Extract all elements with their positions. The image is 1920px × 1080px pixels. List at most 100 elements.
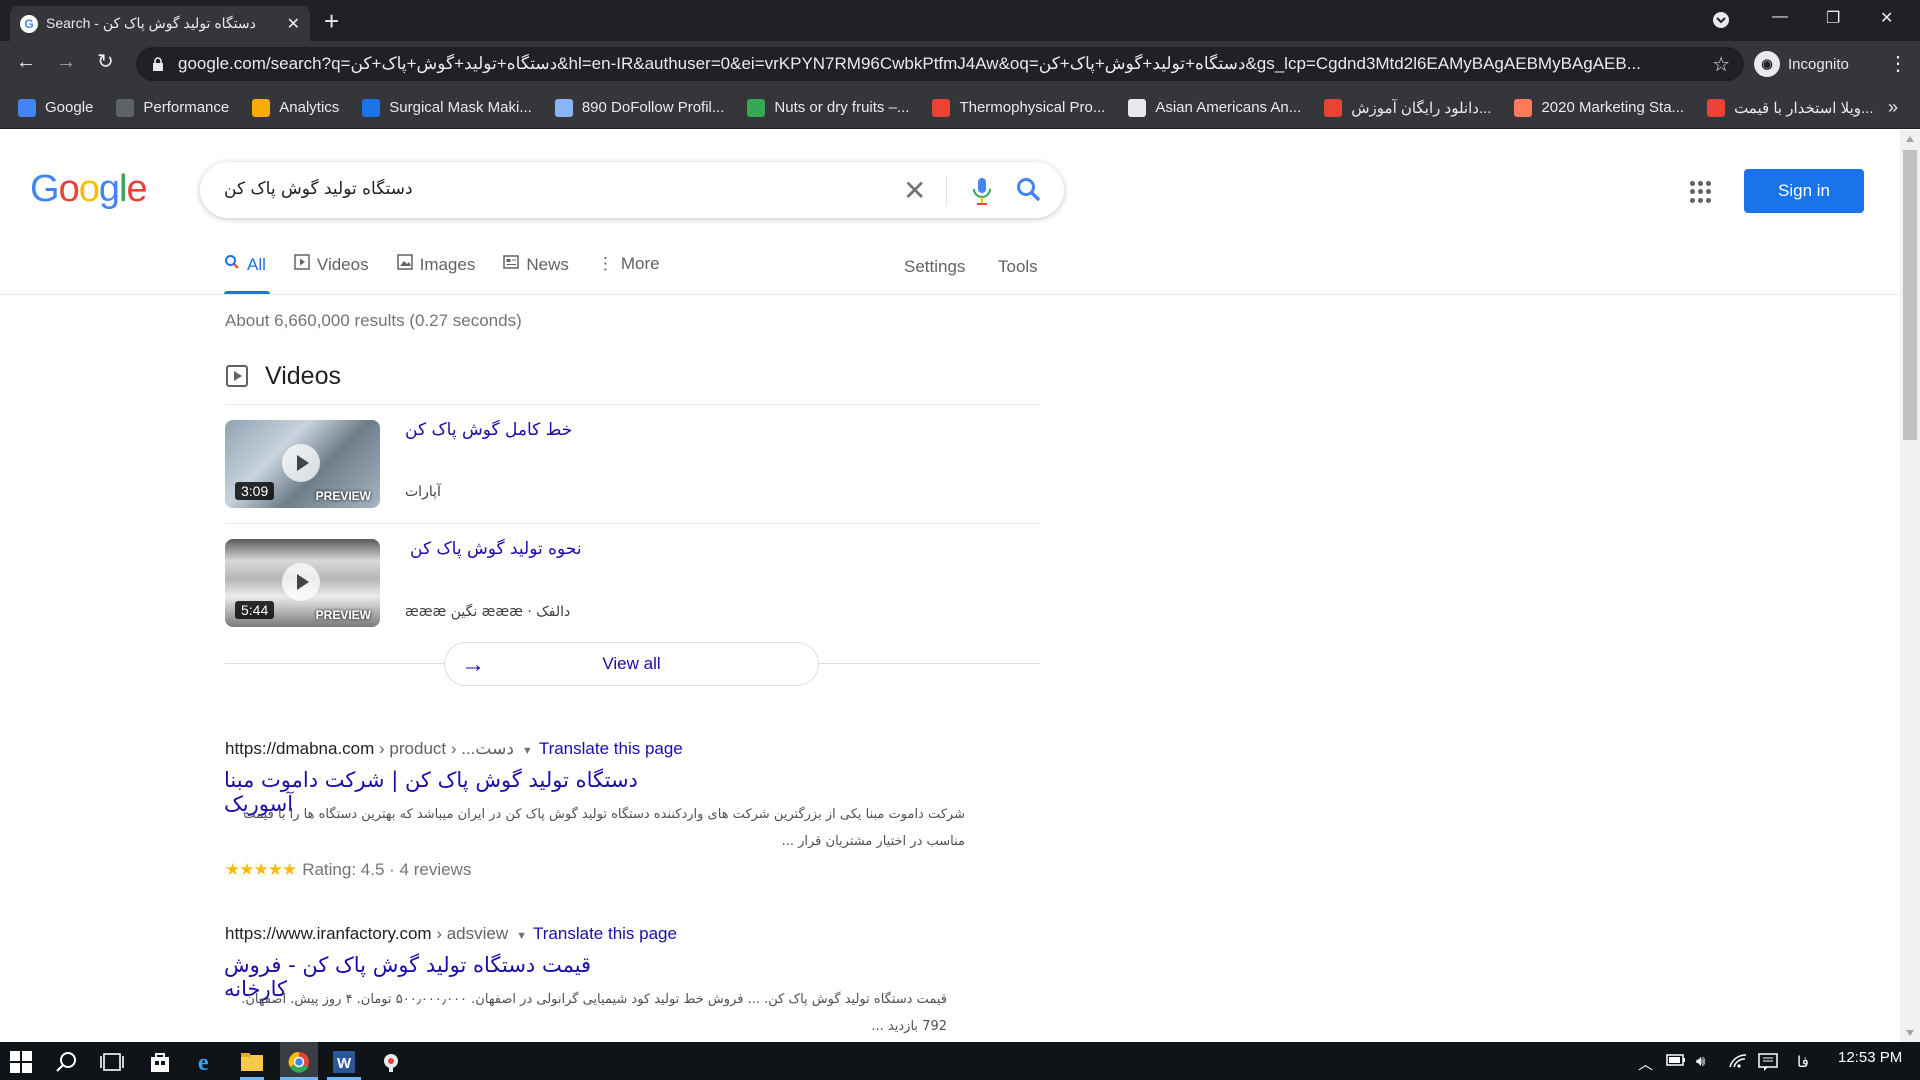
search-icon[interactable] (1015, 176, 1043, 204)
bookmark-item[interactable]: Asian Americans An... (1128, 98, 1302, 117)
browser-tab[interactable]: G Search - دستگاه تولید گوش پاک کن ✕ (10, 6, 310, 41)
wifi-icon[interactable] (1728, 1053, 1748, 1073)
caret-down-icon[interactable]: ▼ (522, 745, 533, 757)
task-view-icon[interactable] (100, 1051, 124, 1073)
notification-icon[interactable] (1758, 1053, 1778, 1075)
google-logo[interactable]: Google (30, 168, 148, 211)
video-source: دالفک · æææ نگین æææ (405, 604, 571, 620)
bookmark-label: 890 DoFollow Profil... (581, 99, 725, 116)
bookmark-favicon-icon (1128, 98, 1147, 117)
bookmark-label: ویلا استخدار با قیمت... (1734, 99, 1874, 117)
restore-icon[interactable]: ❐ (1826, 8, 1840, 28)
logo-letter: e (126, 168, 147, 210)
tab-videos[interactable]: Videos (294, 254, 369, 275)
show-hidden-icons[interactable]: ︿ (1638, 1053, 1653, 1074)
bookmark-item[interactable]: Performance (116, 98, 229, 117)
back-icon[interactable]: ← (16, 51, 36, 73)
bookmarks-bar: Google Performance Analytics Surgical Mask … (0, 87, 1920, 129)
bookmark-favicon-icon (554, 98, 573, 117)
caret-down-icon[interactable]: ▼ (516, 930, 527, 942)
scroll-down-icon[interactable] (1906, 1030, 1914, 1036)
preview-label: PREVIEW (315, 608, 371, 622)
bookmark-item[interactable]: ویلا استخدار با قیمت... (1707, 98, 1874, 117)
tab-label: Images (419, 254, 476, 274)
star-rating-icon: ★★★★★ (225, 860, 297, 879)
bookmark-favicon-icon (932, 98, 951, 117)
battery-icon[interactable] (1666, 1053, 1686, 1071)
bookmark-item[interactable]: 2020 Marketing Sta... (1514, 98, 1684, 117)
reload-icon[interactable]: ↻ (97, 51, 114, 73)
result-domain[interactable]: https://www.iranfactory.com (225, 924, 432, 943)
url-text: google.com/search?q=دستگاه+تولید+گوش+پاک… (178, 54, 1641, 73)
store-icon[interactable] (149, 1051, 171, 1073)
language-indicator[interactable]: فا (1797, 1053, 1809, 1071)
new-tab-button[interactable]: + (324, 8, 339, 34)
chrome-icon[interactable] (288, 1051, 310, 1073)
tools-link[interactable]: Tools (998, 257, 1038, 277)
bookmark-item[interactable]: Thermophysical Pro... (932, 98, 1105, 117)
bookmark-item[interactable]: Nuts or dry fruits –... (747, 98, 909, 117)
incognito-indicator[interactable]: ◉ Incognito (1754, 48, 1849, 80)
clock[interactable]: 12:53 PM (1838, 1049, 1902, 1066)
search-taskbar-icon[interactable] (56, 1051, 78, 1073)
bookmark-item[interactable]: دانلود رایگان آموزش... (1324, 98, 1491, 117)
microphone-icon[interactable] (970, 176, 994, 206)
clear-search-icon[interactable]: ✕ (903, 174, 926, 207)
file-explorer-icon[interactable] (240, 1051, 263, 1073)
bookmark-item[interactable]: Surgical Mask Maki... (362, 98, 532, 117)
bookmark-label: Asian Americans An... (1155, 99, 1302, 116)
bookmark-favicon-icon (116, 98, 135, 117)
translate-link[interactable]: Translate this page (539, 739, 683, 758)
tab-images[interactable]: Images (396, 254, 476, 275)
chrome-menu-icon[interactable]: ⋮ (1888, 51, 1908, 76)
minimize-icon[interactable]: — (1772, 8, 1788, 26)
word-icon[interactable]: W (333, 1051, 355, 1073)
rating-text: Rating: 4.5 · 4 reviews (302, 860, 472, 879)
video-icon (294, 254, 310, 275)
scroll-up-icon[interactable] (1906, 136, 1914, 142)
video-title[interactable]: خط کامل گوش پاک کن (405, 420, 572, 440)
bookmark-item[interactable]: Analytics (252, 98, 339, 117)
tab-more[interactable]: ⋮ More (597, 254, 660, 274)
bookmark-star-icon[interactable]: ☆ (1712, 52, 1730, 77)
incognito-icon: ◉ (1754, 51, 1780, 77)
news-icon (503, 254, 520, 275)
search-input[interactable]: دستگاه تولید گوش پاک کن (224, 179, 413, 199)
settings-link[interactable]: Settings (904, 257, 965, 277)
video-source: آپارات (405, 484, 441, 500)
page-scrollbar[interactable] (1900, 130, 1920, 1042)
tab-label: News (526, 254, 569, 274)
video-divider (225, 523, 1040, 524)
svg-text:W: W (337, 1055, 352, 1072)
bookmark-item[interactable]: Google (18, 98, 93, 117)
volume-icon[interactable]: 🔊︎ (1696, 1053, 1705, 1070)
view-all-button[interactable]: → View all (444, 642, 819, 686)
logo-letter: G (30, 168, 60, 210)
address-bar[interactable]: google.com/search?q=دستگاه+تولید+گوش+پاک… (136, 47, 1744, 81)
translate-link[interactable]: Translate this page (533, 924, 677, 943)
tab-all[interactable]: All (224, 254, 266, 275)
video-thumbnail[interactable]: 5:44 PREVIEW (225, 539, 380, 627)
bookmark-favicon-icon (1324, 98, 1343, 117)
video-title[interactable]: نحوه تولید گوش پاک کن (410, 539, 582, 559)
result-domain[interactable]: https://dmabna.com (225, 739, 374, 758)
forward-icon[interactable]: → (56, 51, 76, 73)
tab-news[interactable]: News (503, 254, 569, 275)
app-icon[interactable] (380, 1051, 402, 1073)
play-icon (282, 563, 320, 601)
internet-explorer-icon[interactable]: e (196, 1050, 218, 1076)
sign-in-button[interactable]: Sign in (1744, 169, 1864, 213)
bookmarks-overflow-icon[interactable]: » (1888, 97, 1898, 118)
tab-strip: G Search - دستگاه تولید گوش پاک کن ✕ + —… (0, 0, 1920, 41)
windows-start-icon[interactable] (10, 1051, 32, 1073)
bookmark-label: Surgical Mask Maki... (389, 99, 532, 116)
video-thumbnail[interactable]: 3:09 PREVIEW (225, 420, 380, 508)
tab-search-icon[interactable] (1712, 11, 1730, 34)
bookmark-favicon-icon (747, 98, 766, 117)
scrollbar-thumb[interactable] (1903, 150, 1917, 440)
google-apps-icon[interactable] (1690, 181, 1712, 203)
search-box[interactable]: دستگاه تولید گوش پاک کن ✕ (200, 162, 1064, 218)
close-tab-icon[interactable]: ✕ (287, 14, 300, 34)
close-window-icon[interactable]: ✕ (1880, 8, 1893, 28)
bookmark-item[interactable]: 890 DoFollow Profil... (554, 98, 725, 117)
